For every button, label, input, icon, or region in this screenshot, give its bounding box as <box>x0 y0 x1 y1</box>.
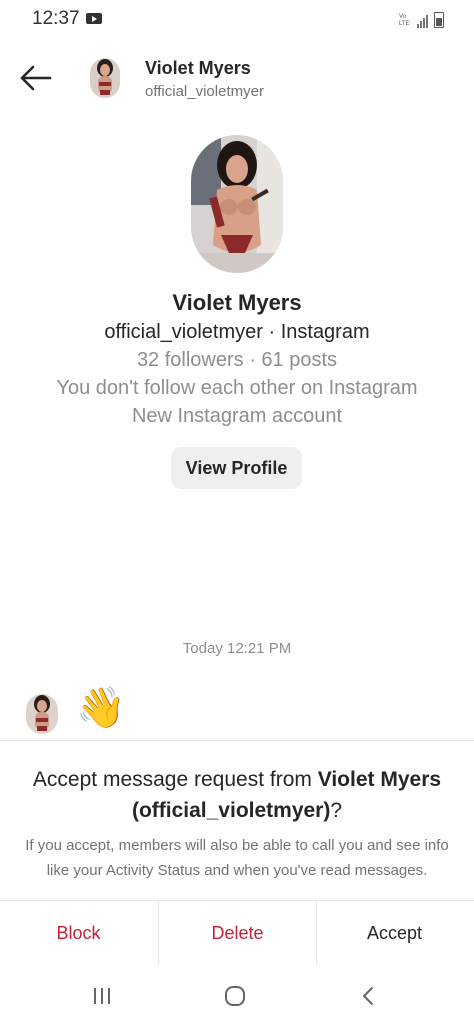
profile-stats: 32 followers · 61 posts <box>136 349 338 371</box>
request-title: Accept message request from Violet Myers… <box>20 764 454 826</box>
youtube-icon <box>86 13 102 24</box>
wave-emoji-message[interactable]: 👋 <box>76 684 126 732</box>
recents-icon[interactable] <box>92 986 112 1006</box>
header-handle[interactable]: official_violetmyer <box>145 83 264 100</box>
header-avatar[interactable] <box>90 58 120 98</box>
request-info: If you accept, members will also be able… <box>25 837 449 879</box>
status-indicators: Vo LTE <box>399 10 444 28</box>
divider <box>0 740 474 741</box>
view-profile-button[interactable]: View Profile <box>171 447 302 489</box>
volte-indicator: Vo LTE <box>399 14 410 27</box>
battery-icon <box>434 12 444 28</box>
home-icon[interactable] <box>224 985 246 1007</box>
accept-button[interactable]: Accept <box>316 901 473 965</box>
request-title-name: Violet Myers <box>317 768 442 791</box>
sender-avatar[interactable] <box>26 694 58 734</box>
delete-button[interactable]: Delete <box>158 901 317 965</box>
account-note: New Instagram account <box>131 405 343 427</box>
chevron-left-icon[interactable] <box>358 985 378 1007</box>
back-arrow-icon[interactable] <box>18 62 54 94</box>
profile-name: Violet Myers <box>172 290 302 315</box>
follow-status: You don't follow each other on Instagram <box>56 377 418 399</box>
profile-subtitle: official_violetmyer · Instagram <box>104 321 370 343</box>
request-title-suffix: ? <box>330 799 343 822</box>
status-time: 12:37 <box>32 8 80 29</box>
header-name[interactable]: Violet Myers <box>145 58 251 79</box>
profile-photo[interactable] <box>191 135 283 273</box>
block-button[interactable]: Block <box>0 901 157 965</box>
request-title-handle: (official_violetmyer) <box>131 799 331 822</box>
message-timestamp: Today 12:21 PM <box>182 640 292 657</box>
request-title-prefix: Accept message request from <box>32 768 318 791</box>
signal-icon <box>417 15 428 28</box>
